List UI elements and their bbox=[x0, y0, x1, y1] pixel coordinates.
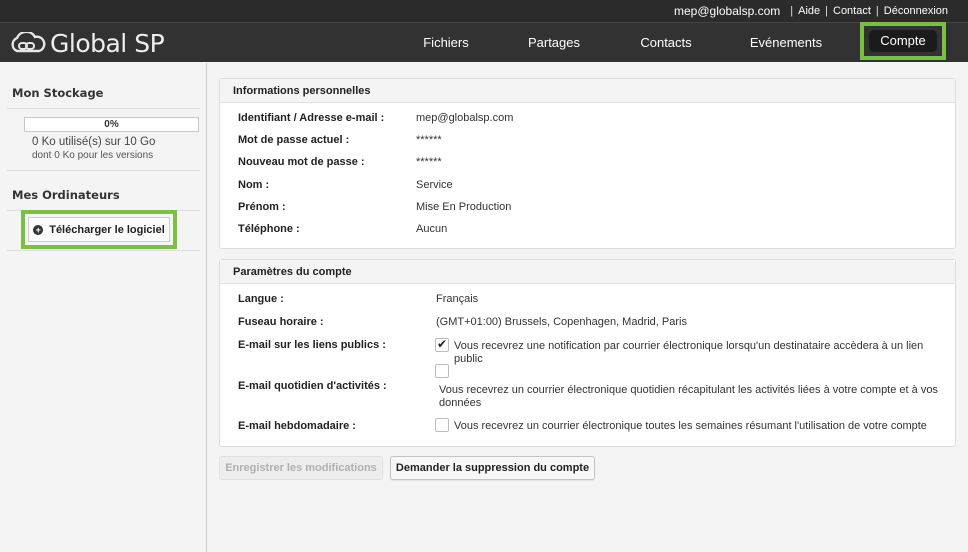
divider bbox=[7, 108, 200, 109]
cloud-logo-icon bbox=[8, 32, 46, 54]
main-header: Global SP Fichiers Partages Contacts Evé… bbox=[0, 22, 968, 62]
info-value: ****** bbox=[416, 156, 442, 168]
info-value: Mise En Production bbox=[416, 201, 512, 213]
logout-link[interactable]: Déconnexion bbox=[884, 5, 948, 17]
nav-account[interactable]: Compte bbox=[869, 30, 937, 52]
personal-info-panel: Informations personnelles Identifiant / … bbox=[219, 78, 956, 249]
daily-text-line-2: données bbox=[439, 397, 482, 409]
language-label: Langue : bbox=[238, 293, 284, 305]
info-label: Identifiant / Adresse e-mail : bbox=[238, 112, 385, 124]
nav-account-highlight: Compte bbox=[860, 22, 946, 60]
storage-versions: dont 0 Ko pour les versions bbox=[32, 150, 154, 161]
top-utility-bar: mep@globalsp.com | Aide | Contact | Déco… bbox=[0, 0, 968, 22]
info-label: Nom : bbox=[238, 179, 270, 191]
download-label: Télécharger le logiciel bbox=[49, 223, 165, 236]
public-links-label: E-mail sur les liens publics : bbox=[238, 339, 386, 351]
info-value: Service bbox=[416, 179, 453, 191]
daily-checkbox[interactable] bbox=[435, 364, 449, 378]
storage-progress-bar: 0% bbox=[24, 117, 199, 132]
info-label: Téléphone : bbox=[238, 223, 300, 235]
daily-text-line-1: Vous recevrez un courrier électronique q… bbox=[439, 384, 938, 396]
public-links-checkbox[interactable] bbox=[435, 337, 449, 352]
sidebar: Mon Stockage 0% 0 Ko utilisé(s) sur 10 G… bbox=[0, 63, 207, 552]
language-value[interactable]: Français bbox=[436, 293, 478, 305]
request-account-deletion-button[interactable]: Demander la suppression du compte bbox=[390, 456, 595, 480]
public-links-text: Vous recevrez une notification par courr… bbox=[454, 340, 924, 365]
weekly-checkbox[interactable] bbox=[435, 418, 449, 432]
nav-files[interactable]: Fichiers bbox=[418, 23, 474, 63]
timezone-label: Fuseau horaire : bbox=[238, 316, 324, 328]
storage-title: Mon Stockage bbox=[12, 86, 104, 100]
divider bbox=[7, 250, 200, 251]
nav-events[interactable]: Evénements bbox=[748, 23, 824, 63]
save-changes-button[interactable]: Enregistrer les modifications bbox=[219, 456, 383, 480]
separator: | bbox=[825, 5, 828, 17]
weekly-label: E-mail hebdomadaire : bbox=[238, 420, 356, 432]
logo-text: Global SP bbox=[50, 28, 165, 58]
weekly-text: Vous recevrez un courrier électronique t… bbox=[454, 420, 927, 432]
contact-link[interactable]: Contact bbox=[833, 5, 871, 17]
separator: | bbox=[790, 5, 794, 17]
logo[interactable]: Global SP bbox=[8, 28, 165, 58]
storage-progress-label: 0% bbox=[104, 119, 119, 130]
user-links: mep@globalsp.com | Aide | Contact | Déco… bbox=[674, 4, 948, 18]
info-value: mep@globalsp.com bbox=[416, 112, 514, 124]
download-software-button[interactable]: + Télécharger le logiciel bbox=[28, 217, 170, 242]
info-value: Aucun bbox=[416, 223, 448, 235]
storage-usage: 0 Ko utilisé(s) sur 10 Go bbox=[32, 136, 156, 148]
divider bbox=[7, 170, 200, 171]
help-link[interactable]: Aide bbox=[798, 5, 820, 17]
timezone-value[interactable]: (GMT+01:00) Brussels, Copenhagen, Madrid… bbox=[436, 316, 687, 328]
nav-shares[interactable]: Partages bbox=[524, 23, 584, 63]
info-value: ****** bbox=[416, 134, 442, 146]
info-label: Nouveau mot de passe : bbox=[238, 156, 365, 168]
nav-contacts[interactable]: Contacts bbox=[636, 23, 696, 63]
account-settings-title: Paramètres du compte bbox=[220, 260, 955, 284]
download-highlight: + Télécharger le logiciel bbox=[21, 210, 177, 249]
personal-info-title: Informations personnelles bbox=[220, 79, 955, 103]
computers-title: Mes Ordinateurs bbox=[12, 188, 120, 202]
daily-label: E-mail quotidien d'activités : bbox=[238, 380, 387, 392]
account-settings-panel: Paramètres du compte Langue : Français F… bbox=[219, 259, 956, 447]
info-label: Mot de passe actuel : bbox=[238, 134, 350, 146]
separator: | bbox=[875, 5, 879, 17]
plus-circle-icon: + bbox=[33, 224, 44, 235]
user-email: mep@globalsp.com bbox=[674, 4, 781, 18]
info-label: Prénom : bbox=[238, 201, 286, 213]
